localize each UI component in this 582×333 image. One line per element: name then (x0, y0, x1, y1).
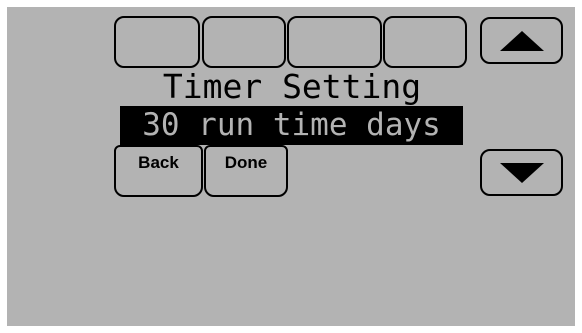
soft-key-1[interactable] (114, 16, 200, 68)
up-arrow-button[interactable] (480, 17, 563, 64)
done-button-label: Done (224, 153, 268, 172)
back-button-label: Back (138, 153, 179, 172)
soft-key-2[interactable] (202, 16, 286, 68)
soft-key-4[interactable] (383, 16, 467, 68)
setting-value-display: 30 run time days (120, 106, 463, 145)
down-arrow-button[interactable] (480, 149, 563, 196)
soft-key-3[interactable] (287, 16, 382, 68)
triangle-down-icon (499, 162, 544, 183)
thermostat-screen: Timer Setting 30 run time days Back Done (7, 7, 575, 326)
triangle-up-icon (499, 30, 544, 51)
done-button[interactable]: Done (204, 145, 288, 197)
back-button[interactable]: Back (114, 145, 203, 197)
screen-title: Timer Setting (162, 67, 422, 106)
